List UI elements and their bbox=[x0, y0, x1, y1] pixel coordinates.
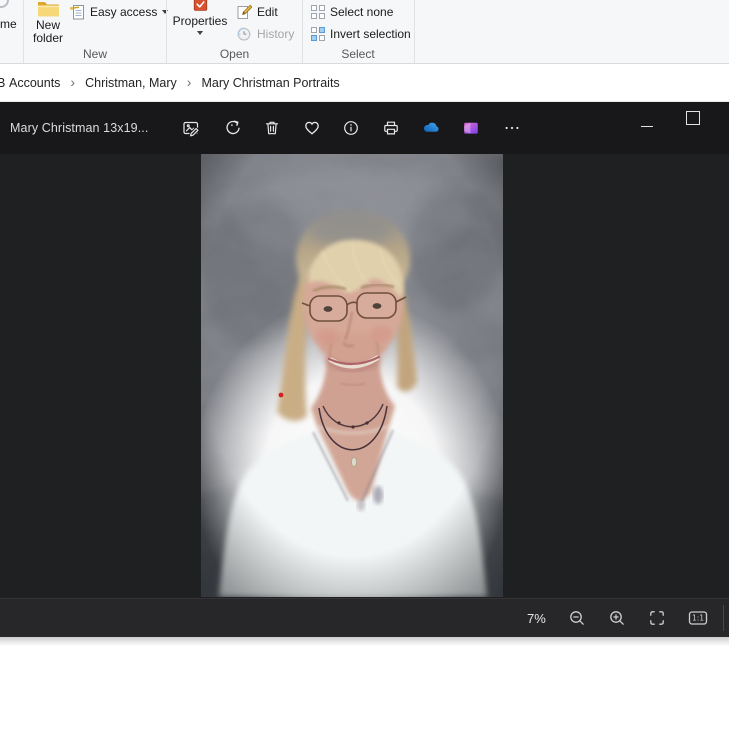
video-editor-button[interactable] bbox=[462, 119, 480, 137]
new-folder-button[interactable]: New folder bbox=[26, 0, 70, 45]
history-icon bbox=[236, 26, 252, 42]
explorer-ribbon: me New folder Easy access New bbox=[0, 0, 729, 64]
ribbon-group-label-open: Open bbox=[167, 47, 302, 61]
photos-title: Mary Christman 13x19... bbox=[10, 102, 148, 154]
ribbon-partial-label: me bbox=[0, 17, 17, 31]
easy-access-button[interactable]: Easy access bbox=[70, 3, 168, 21]
edit-icon bbox=[236, 4, 252, 20]
actual-size-label: 1:1 bbox=[692, 614, 704, 623]
ribbon-partial-item[interactable]: me bbox=[0, 0, 22, 52]
info-icon bbox=[342, 119, 360, 137]
favorite-button[interactable] bbox=[303, 119, 321, 137]
photo-vignette bbox=[201, 154, 503, 597]
desktop-screen: me New folder Easy access New bbox=[0, 0, 729, 732]
see-more-button[interactable] bbox=[503, 119, 521, 137]
breadcrumb-chevron-icon: › bbox=[62, 74, 83, 92]
photos-statusbar: 7% bbox=[0, 598, 729, 637]
properties-icon bbox=[192, 0, 209, 12]
actual-size-icon: 1:1 bbox=[688, 609, 708, 627]
select-none-button[interactable]: Select none bbox=[311, 3, 393, 21]
edit-label: Edit bbox=[257, 5, 278, 19]
photos-titlebar: Mary Christman 13x19... bbox=[0, 102, 729, 154]
ribbon-group-label-new: New bbox=[24, 47, 166, 61]
info-button[interactable] bbox=[342, 119, 360, 137]
fit-to-window-button[interactable] bbox=[648, 609, 666, 627]
photo-viewer-canvas[interactable] bbox=[0, 154, 729, 598]
properties-button[interactable]: Properties bbox=[174, 0, 226, 35]
photos-window: Mary Christman 13x19... bbox=[0, 102, 729, 637]
partial-icon bbox=[0, 0, 9, 8]
zoom-out-button[interactable] bbox=[568, 609, 586, 627]
edit-image-icon bbox=[182, 119, 200, 137]
portrait-photo bbox=[201, 154, 503, 597]
maximize-button[interactable] bbox=[686, 111, 700, 125]
rotate-button[interactable] bbox=[224, 119, 242, 137]
video-editor-icon bbox=[462, 119, 480, 137]
window-shadow bbox=[0, 637, 729, 646]
rotate-icon bbox=[224, 119, 242, 137]
edit-button[interactable]: Edit bbox=[236, 3, 278, 21]
invert-selection-icon bbox=[311, 27, 325, 41]
actual-size-button[interactable]: 1:1 bbox=[688, 609, 706, 627]
properties-label: Properties bbox=[173, 14, 228, 28]
history-button[interactable]: History bbox=[236, 25, 294, 43]
print-button[interactable] bbox=[382, 119, 400, 137]
print-icon bbox=[382, 119, 400, 137]
onedrive-button[interactable] bbox=[422, 119, 440, 137]
delete-icon bbox=[263, 119, 281, 137]
new-folder-icon bbox=[37, 0, 60, 17]
breadcrumb-item-christman-mary[interactable]: Christman, Mary bbox=[83, 73, 179, 93]
dropdown-caret-icon bbox=[197, 31, 203, 35]
breadcrumb-chevron-icon: › bbox=[179, 74, 200, 92]
zoom-in-button[interactable] bbox=[608, 609, 626, 627]
minimize-button[interactable] bbox=[641, 126, 653, 127]
statusbar-separator bbox=[723, 605, 724, 631]
breadcrumb-item-accounts[interactable]: Accounts bbox=[7, 73, 62, 93]
zoom-in-icon bbox=[608, 609, 626, 627]
invert-selection-label: Invert selection bbox=[330, 27, 411, 41]
ribbon-divider bbox=[414, 0, 415, 63]
invert-selection-button[interactable]: Invert selection bbox=[311, 25, 411, 43]
fit-to-window-icon bbox=[648, 609, 666, 627]
zoom-level-text: 7% bbox=[527, 599, 546, 638]
select-none-icon bbox=[311, 5, 325, 19]
favorite-icon bbox=[303, 119, 321, 137]
select-none-label: Select none bbox=[330, 5, 393, 19]
delete-button[interactable] bbox=[263, 119, 281, 137]
onedrive-icon bbox=[422, 119, 440, 137]
history-label: History bbox=[257, 27, 294, 41]
edit-image-button[interactable] bbox=[182, 119, 200, 137]
breadcrumb-item-portraits[interactable]: Mary Christman Portraits bbox=[199, 73, 341, 93]
breadcrumb-clipped-char: B bbox=[0, 73, 7, 93]
ribbon-group-label-select: Select bbox=[303, 47, 413, 61]
zoom-out-icon bbox=[568, 609, 586, 627]
breadcrumb: B Accounts › Christman, Mary › Mary Chri… bbox=[0, 65, 729, 102]
easy-access-label: Easy access bbox=[90, 5, 157, 19]
easy-access-icon bbox=[70, 4, 85, 20]
see-more-icon bbox=[503, 119, 521, 137]
new-folder-label: New folder bbox=[26, 19, 70, 45]
